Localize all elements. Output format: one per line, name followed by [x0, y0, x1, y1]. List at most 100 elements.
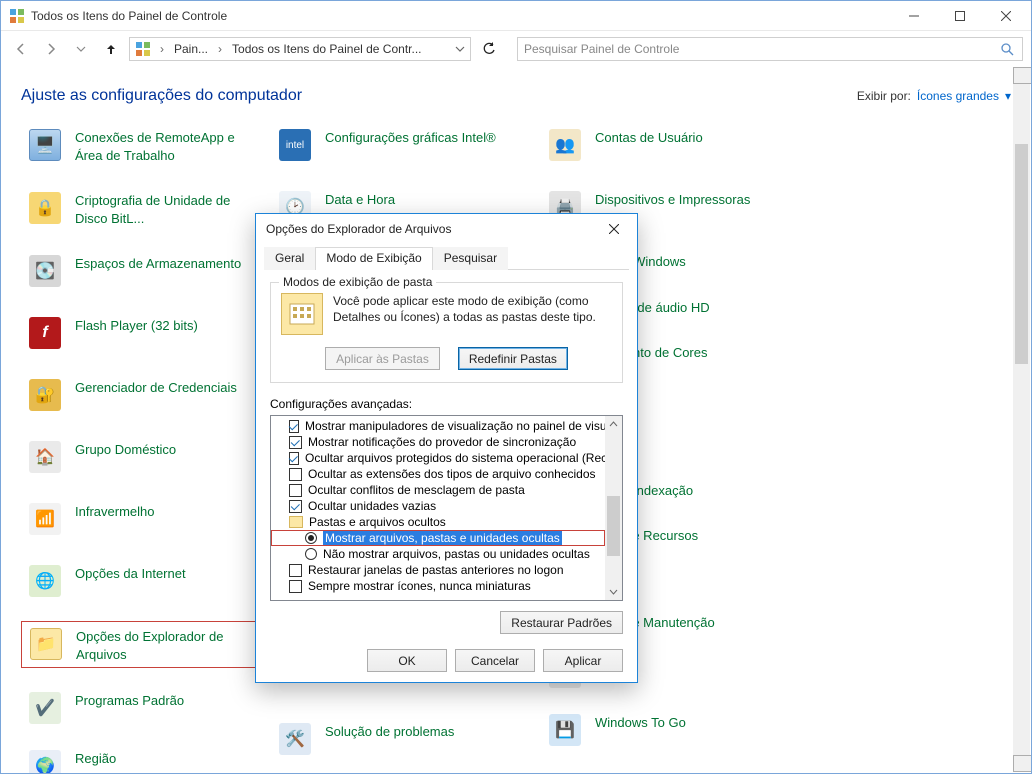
troubleshooting-icon: 🛠️ [275, 721, 315, 757]
scroll-thumb[interactable] [607, 496, 620, 556]
address-bar[interactable]: › Pain... › Todos os Itens do Painel de … [129, 37, 471, 61]
page-title: Ajuste as configurações do computador [21, 87, 302, 105]
cp-item-partial-colors[interactable]: mento de Cores [611, 338, 851, 366]
scroll-down-button[interactable] [1013, 755, 1032, 772]
view-by-value[interactable]: Ícones grandes [917, 89, 999, 103]
advanced-settings-box: Mostrar manipuladores de visualização no… [270, 415, 623, 601]
cp-item-partial-windows[interactable]: do Windows [611, 247, 851, 275]
breadcrumb-root[interactable]: Pain... [168, 38, 214, 60]
dialog-close-button[interactable] [593, 215, 635, 243]
checkbox-icon[interactable] [289, 580, 302, 593]
drives-icon: 💽 [25, 253, 65, 289]
folder-icon [281, 293, 323, 335]
radio-dont-show-hidden[interactable]: Não mostrar arquivos, pastas ou unidades… [271, 546, 605, 562]
scroll-down-button[interactable] [605, 583, 622, 600]
cp-column-1: 🖥️Conexões de RemoteApp e Área de Trabal… [21, 123, 271, 774]
control-panel-icon [9, 8, 25, 24]
cancel-button[interactable]: Cancelar [455, 649, 535, 672]
checkbox-icon[interactable] [289, 420, 299, 433]
tab-strip: Geral Modo de Exibição Pesquisar [264, 246, 629, 270]
dialog-title: Opções do Explorador de Arquivos [266, 222, 593, 236]
cp-item-windows-togo[interactable]: 💾Windows To Go [541, 708, 781, 752]
titlebar: Todos os Itens do Painel de Controle [1, 1, 1031, 31]
homegroup-icon: 🏠 [25, 439, 65, 475]
cp-item-remoteapp[interactable]: 🖥️Conexões de RemoteApp e Área de Trabal… [21, 123, 261, 168]
cp-item-intel-graphics[interactable]: intelConfigurações gráficas Intel® [271, 123, 511, 167]
checkbox-icon[interactable] [289, 564, 302, 577]
cp-item-internet-options[interactable]: 🌐Opções da Internet [21, 559, 261, 603]
apply-to-folders-button[interactable]: Aplicar às Pastas [325, 347, 440, 370]
advanced-settings-tree[interactable]: Mostrar manipuladores de visualização no… [271, 416, 605, 600]
reset-folders-button[interactable]: Redefinir Pastas [458, 347, 568, 370]
main-scrollbar[interactable] [1013, 67, 1030, 772]
checkbox-icon[interactable] [289, 500, 302, 513]
scroll-track[interactable] [1013, 84, 1030, 755]
checkbox-icon[interactable] [289, 468, 302, 481]
view-by-control[interactable]: Exibir por: Ícones grandes ▾ [857, 89, 1011, 103]
region-icon: 🌍 [25, 748, 65, 774]
radio-show-hidden[interactable]: Mostrar arquivos, pastas e unidades ocul… [271, 530, 605, 546]
internet-options-icon: 🌐 [25, 563, 65, 599]
folder-options-dialog: Opções do Explorador de Arquivos Geral M… [255, 213, 638, 683]
minimize-button[interactable] [891, 1, 937, 31]
search-box[interactable] [517, 37, 1023, 61]
advanced-scrollbar[interactable] [605, 416, 622, 600]
forward-button[interactable] [39, 37, 63, 61]
cp-item-partial-audio[interactable]: dor de áudio HD [611, 293, 851, 321]
scroll-up-button[interactable] [605, 416, 622, 433]
cp-item-infrared[interactable]: 📶Infravermelho [21, 497, 261, 541]
tab-view[interactable]: Modo de Exibição [315, 247, 432, 270]
maximize-button[interactable] [937, 1, 983, 31]
cp-item-region[interactable]: 🌍Região [21, 744, 261, 774]
cp-item-troubleshooting[interactable]: 🛠️Solução de problemas [271, 717, 511, 761]
cp-item-user-accounts[interactable]: 👥Contas de Usuário [541, 123, 781, 167]
apply-button[interactable]: Aplicar [543, 649, 623, 672]
cp-item-flash[interactable]: fFlash Player (32 bits) [21, 311, 261, 355]
radio-icon[interactable] [305, 548, 317, 560]
safe-icon: 🔐 [25, 377, 65, 413]
usb-icon: 💾 [545, 712, 585, 748]
folder-options-icon: 📁 [26, 626, 66, 662]
breadcrumb-current[interactable]: Todos os Itens do Painel de Contr... [226, 38, 427, 60]
recent-locations-button[interactable] [69, 37, 93, 61]
cp-item-partial-indexing[interactable]: de Indexação [611, 476, 851, 504]
restore-defaults-button[interactable]: Restaurar Padrões [500, 611, 623, 634]
checkbox-icon[interactable] [289, 484, 302, 497]
advanced-settings-label: Configurações avançadas: [270, 397, 623, 411]
tab-search[interactable]: Pesquisar [433, 247, 508, 270]
cp-item-storage-spaces[interactable]: 💽Espaços de Armazenamento [21, 249, 261, 293]
cp-item-file-explorer-options[interactable]: 📁Opções do Explorador de Arquivos [21, 621, 261, 668]
chevron-down-icon[interactable]: ▾ [1005, 89, 1011, 103]
tab-general[interactable]: Geral [264, 247, 315, 270]
up-button[interactable] [99, 37, 123, 61]
folder-icon [289, 516, 303, 528]
scroll-up-button[interactable] [1013, 67, 1032, 84]
cp-item-partial-security[interactable]: ça e Manutenção [611, 608, 851, 636]
search-icon[interactable] [998, 42, 1016, 56]
address-history-button[interactable] [450, 44, 470, 54]
checkbox-icon[interactable] [289, 436, 302, 449]
back-button[interactable] [9, 37, 33, 61]
chevron-right-icon[interactable]: › [156, 42, 168, 56]
checkbox-icon[interactable] [289, 452, 299, 465]
cp-item-credential-manager[interactable]: 🔐Gerenciador de Credenciais [21, 373, 261, 417]
cp-item-homegroup[interactable]: 🏠Grupo Doméstico [21, 435, 261, 479]
chevron-right-icon[interactable]: › [214, 42, 226, 56]
folder-views-text: Você pode aplicar este modo de exibição … [333, 293, 596, 335]
cp-item-default-programs[interactable]: ✔️Programas Padrão [21, 686, 261, 730]
close-button[interactable] [983, 1, 1029, 31]
radio-icon[interactable] [305, 532, 317, 544]
cp-item-partial-features[interactable]: as e Recursos [611, 521, 851, 549]
window-title: Todos os Itens do Painel de Controle [31, 9, 891, 23]
nav-toolbar: › Pain... › Todos os Itens do Painel de … [1, 31, 1031, 67]
refresh-button[interactable] [477, 37, 501, 61]
view-by-label: Exibir por: [857, 89, 911, 103]
scroll-thumb[interactable] [1015, 144, 1028, 364]
search-input[interactable] [524, 42, 998, 56]
cp-item-bitlocker[interactable]: 🔒Criptografia de Unidade de Disco BitL..… [21, 186, 261, 231]
ok-button[interactable]: OK [367, 649, 447, 672]
cp-item-partial-recovery[interactable]: ão [611, 567, 851, 595]
control-panel-icon [130, 38, 156, 60]
flash-icon: f [25, 315, 65, 351]
infrared-icon: 📶 [25, 501, 65, 537]
